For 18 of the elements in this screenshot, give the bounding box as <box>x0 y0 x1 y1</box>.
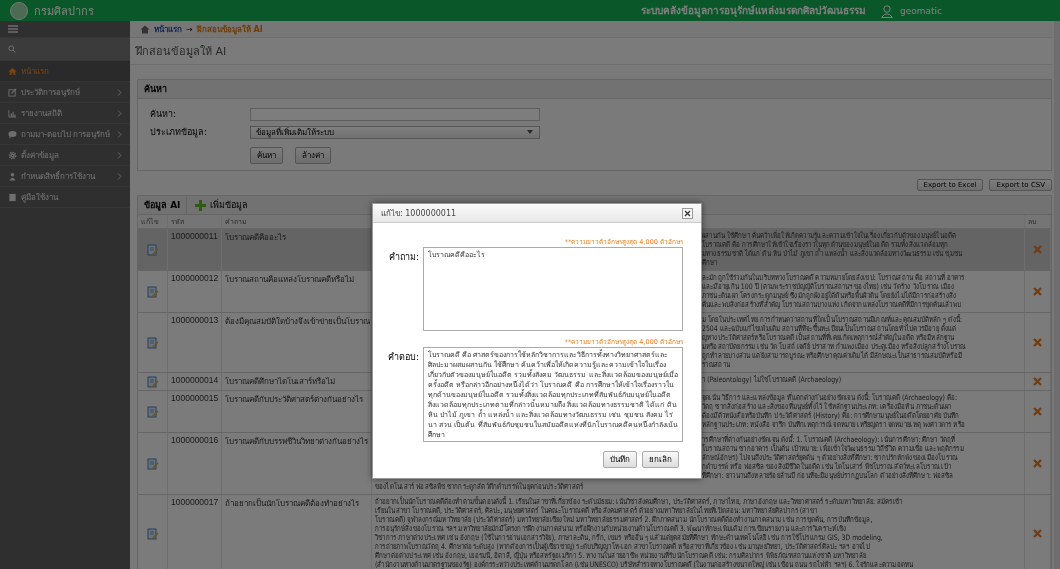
table-cell: 1000000014 <box>168 373 222 390</box>
breadcrumb-separator: → <box>186 24 193 34</box>
table-cell: 1000000013 <box>168 313 222 372</box>
panel-title: ค้นหา <box>138 80 1051 99</box>
dialog-title: แก้ไข: 1000000011 <box>381 207 457 220</box>
field-label: คำถาม: <box>387 251 419 264</box>
table-cell: 1000000015 <box>168 391 222 432</box>
table-cell: 1000000017 <box>168 495 222 569</box>
field-label: ค้นหา: <box>150 108 178 121</box>
field-label: ประเภทข้อมูล: <box>150 126 209 139</box>
table-cell: 1000000011 <box>168 229 222 270</box>
organization-name: กรมศิลปากร <box>34 3 94 20</box>
table-cell: 1000000016 <box>168 433 222 494</box>
breadcrumb-current: ฝึกสอนข้อมูลให้ AI <box>196 23 263 36</box>
table-cell: ถ้าอยากเป็นนักโบราณคดีต้องทำอย่างไร <box>222 495 372 569</box>
table-cell: 1000000012 <box>168 271 222 312</box>
system-title: ระบบคลังข้อมูลการอนุรักษ์แหล่งมรดกศิลปวัฒนธรรม <box>640 4 866 18</box>
field-label: คำตอบ: <box>386 351 419 364</box>
